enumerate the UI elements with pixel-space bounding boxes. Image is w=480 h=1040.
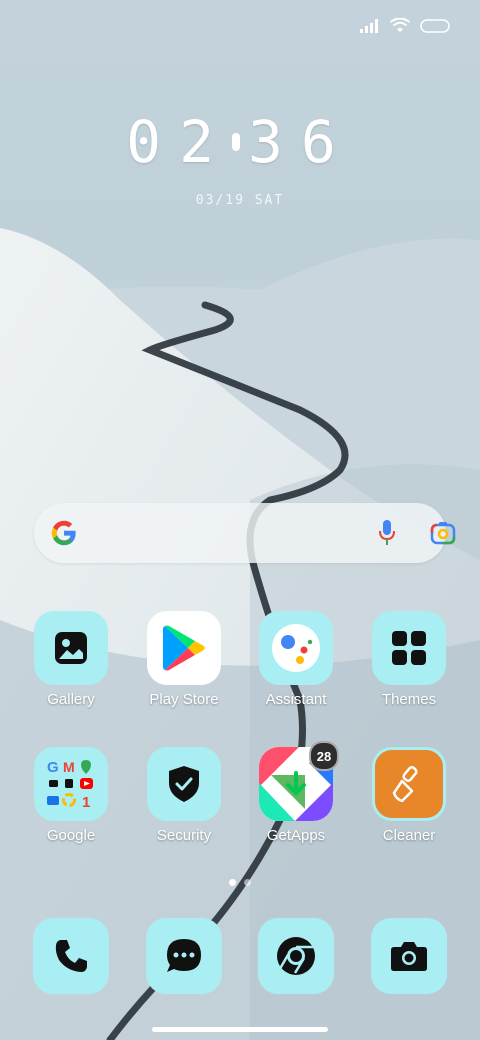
security-shield-icon	[147, 747, 221, 821]
google-lens-icon[interactable]	[430, 521, 456, 550]
assistant-icon	[259, 611, 333, 685]
chrome-icon	[258, 918, 334, 994]
app-google-folder[interactable]: G M 1 Google	[21, 747, 121, 844]
play-store-icon	[147, 611, 221, 685]
app-security[interactable]: Security	[134, 747, 234, 844]
app-label: Gallery	[47, 691, 95, 708]
page-indicator	[0, 879, 480, 886]
svg-text:M: M	[63, 759, 75, 775]
messages-icon	[146, 918, 222, 994]
camera-icon	[371, 918, 447, 994]
date-label: 03/19 SAT	[195, 193, 285, 208]
battery-icon	[420, 18, 450, 38]
app-label: Play Store	[149, 691, 219, 708]
phone-icon	[33, 918, 109, 994]
google-g-icon	[50, 519, 78, 552]
clock-hours: 02	[126, 108, 232, 176]
svg-text:1: 1	[82, 794, 90, 811]
google-search-bar[interactable]	[34, 503, 456, 563]
app-label: GetApps	[266, 827, 326, 844]
svg-text:G: G	[47, 759, 59, 776]
app-label: Security	[156, 827, 212, 844]
app-getapps[interactable]: 28 GetApps	[246, 741, 346, 844]
page-dot-active	[229, 879, 236, 886]
dock-chrome[interactable]	[246, 918, 346, 994]
signal-icon	[360, 18, 380, 38]
microphone-icon[interactable]	[378, 520, 396, 551]
cleaner-broom-icon	[372, 747, 446, 821]
app-cleaner[interactable]: Cleaner	[359, 747, 459, 844]
app-themes[interactable]: Themes	[359, 611, 459, 708]
gallery-icon	[34, 611, 108, 685]
app-label: Google	[46, 827, 96, 844]
app-assistant[interactable]: Assistant	[246, 611, 346, 708]
getapps-icon: 28	[259, 741, 339, 821]
page-dot	[244, 879, 251, 886]
clock: 02 36	[0, 108, 480, 176]
notification-badge: 28	[309, 741, 339, 771]
wifi-icon	[389, 17, 411, 38]
dock-phone[interactable]	[21, 918, 121, 994]
app-gallery[interactable]: Gallery	[21, 611, 121, 708]
app-label: Themes	[381, 691, 437, 708]
app-label: Assistant	[265, 691, 327, 708]
status-bar	[360, 14, 450, 42]
dock-messages[interactable]	[134, 918, 234, 994]
clock-minutes: 36	[248, 108, 354, 176]
clock-separator	[232, 132, 240, 151]
app-play-store[interactable]: Play Store	[134, 611, 234, 708]
dock-camera[interactable]	[359, 918, 459, 994]
app-label: Cleaner	[382, 827, 436, 844]
home-gesture-bar[interactable]	[152, 1027, 328, 1032]
google-folder-icon: G M 1	[34, 747, 108, 821]
themes-grid-icon	[372, 611, 446, 685]
